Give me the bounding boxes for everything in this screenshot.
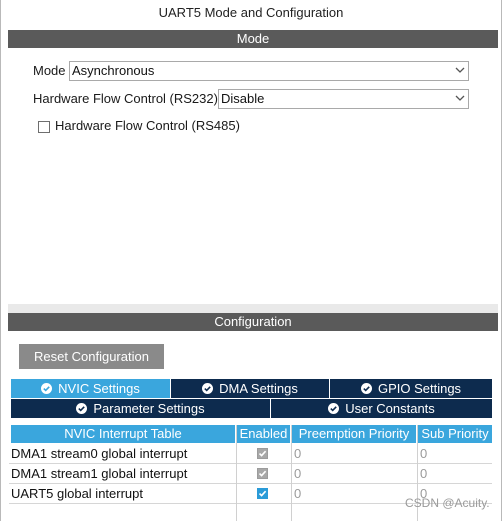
check-circle-icon (41, 383, 53, 394)
sub-priority-cell[interactable]: 0 (418, 464, 492, 484)
check-circle-icon (202, 383, 214, 394)
check-circle-icon (328, 403, 340, 414)
tab-label: NVIC Settings (58, 381, 140, 396)
hw-flow-rs232-value: Disable (221, 91, 265, 106)
preemption-priority-cell[interactable]: 0 (292, 484, 417, 504)
tab-user-constants[interactable]: User Constants (271, 399, 492, 418)
column-header-enabled[interactable]: Enabled (237, 425, 290, 443)
mode-select[interactable]: Asynchronous (69, 61, 469, 81)
hw-flow-rs232-select[interactable]: Disable (218, 89, 469, 109)
preemption-priority-cell[interactable]: 0 (292, 464, 417, 484)
hw-flow-rs485-checkbox[interactable] (38, 121, 50, 133)
table-row-name: DMA1 stream0 global interrupt (9, 444, 236, 464)
config-section-header: Configuration (8, 313, 498, 331)
preemption-priority-cell[interactable]: 0 (292, 444, 417, 464)
enabled-checkbox[interactable] (257, 488, 268, 499)
tab-label: GPIO Settings (377, 381, 462, 396)
tab-label: DMA Settings (219, 381, 298, 396)
check-circle-icon (76, 403, 88, 414)
tab-gpio-settings[interactable]: GPIO Settings (330, 379, 492, 398)
tab-label: Parameter Settings (93, 401, 205, 416)
tab-dma-settings[interactable]: DMA Settings (171, 379, 329, 398)
tab-nvic-settings[interactable]: NVIC Settings (11, 379, 170, 398)
mode-select-value: Asynchronous (72, 63, 155, 78)
reset-configuration-button[interactable]: Reset Configuration (19, 344, 164, 369)
column-header-sub-priority[interactable]: Sub Priority (418, 425, 492, 443)
tab-label: User Constants (345, 401, 435, 416)
column-header-preemption-priority[interactable]: Preemption Priority (292, 425, 416, 443)
enabled-checkbox (257, 448, 268, 459)
column-header-nvic-interrupt-table[interactable]: NVIC Interrupt Table (11, 425, 235, 443)
mode-section-header: Mode (8, 30, 498, 48)
table-row-name: UART5 global interrupt (9, 484, 236, 504)
chevron-down-icon (455, 94, 465, 103)
check-circle-icon (360, 383, 372, 394)
hw-flow-rs232-label: Hardware Flow Control (RS232) (33, 91, 218, 106)
section-divider (8, 304, 498, 313)
enabled-checkbox (257, 468, 268, 479)
mode-panel (8, 48, 498, 304)
watermark: CSDN @Acuity. (405, 496, 490, 510)
chevron-down-icon (455, 66, 465, 75)
tab-parameter-settings[interactable]: Parameter Settings (11, 399, 270, 418)
window-title: UART5 Mode and Configuration (158, 5, 344, 20)
mode-label: Mode (33, 63, 66, 78)
sub-priority-cell[interactable]: 0 (418, 444, 492, 464)
hw-flow-rs485-label: Hardware Flow Control (RS485) (55, 118, 240, 133)
table-row-name: DMA1 stream1 global interrupt (9, 464, 236, 484)
